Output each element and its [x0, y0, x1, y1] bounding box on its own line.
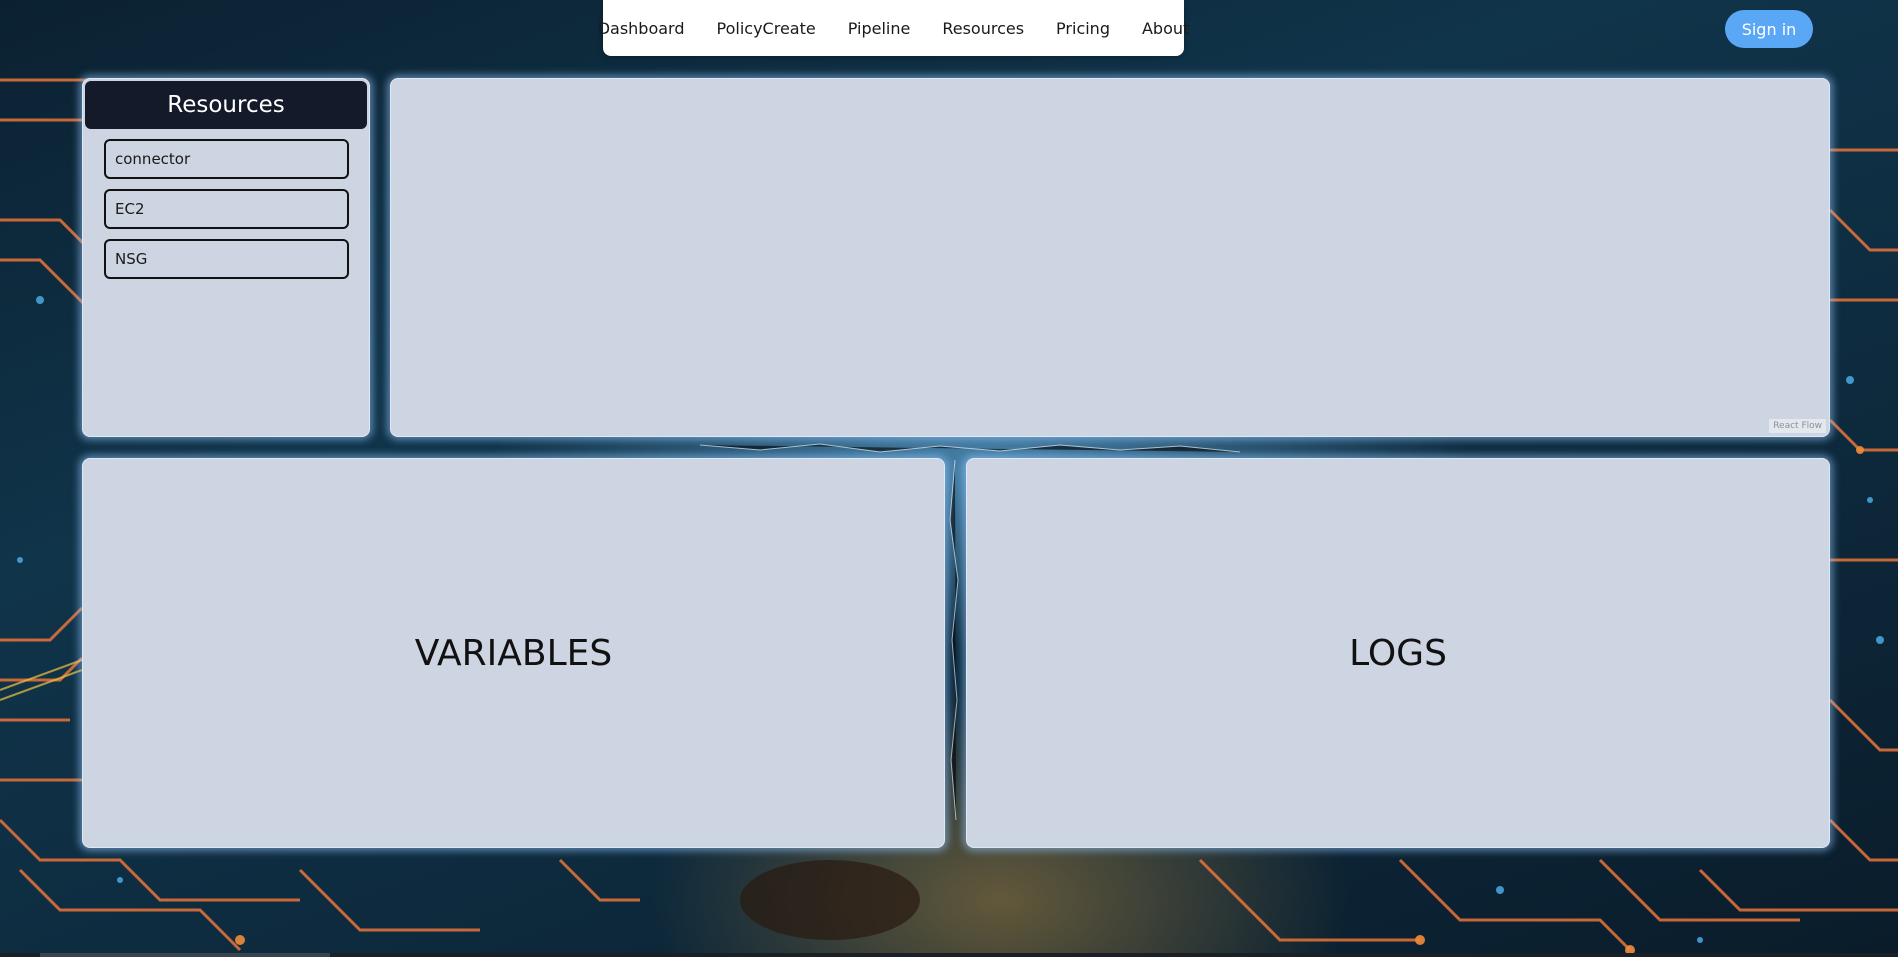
logs-panel: LOGS [966, 458, 1830, 848]
flow-canvas[interactable]: React Flow [390, 78, 1830, 437]
resource-list: connector EC2 NSG [83, 131, 369, 279]
top-navbar: Dashboard PolicyCreate Pipeline Resource… [598, 0, 1189, 56]
resource-item-connector[interactable]: connector [104, 139, 349, 179]
bottom-scrollbar[interactable] [0, 953, 1898, 957]
resources-panel: Resources connector EC2 NSG [82, 78, 370, 437]
variables-panel: VARIABLES [82, 458, 945, 848]
resource-item-ec2[interactable]: EC2 [104, 189, 349, 229]
logs-panel-title: LOGS [1349, 632, 1447, 674]
react-flow-attribution[interactable]: React Flow [1769, 419, 1826, 433]
sign-in-button[interactable]: Sign in [1725, 10, 1813, 48]
nav-item-pipeline[interactable]: Pipeline [832, 19, 927, 38]
resources-panel-title: Resources [85, 81, 367, 129]
variables-panel-title: VARIABLES [414, 632, 613, 674]
nav-item-policycreate[interactable]: PolicyCreate [701, 19, 832, 38]
nav-item-about[interactable]: About [1126, 19, 1205, 38]
nav-item-resources[interactable]: Resources [926, 19, 1040, 38]
scrollbar-thumb[interactable] [40, 953, 330, 957]
nav-item-pricing[interactable]: Pricing [1040, 19, 1126, 38]
app-viewport: Dashboard PolicyCreate Pipeline Resource… [0, 0, 1898, 957]
resource-item-nsg[interactable]: NSG [104, 239, 349, 279]
nav-item-dashboard[interactable]: Dashboard [582, 19, 701, 38]
